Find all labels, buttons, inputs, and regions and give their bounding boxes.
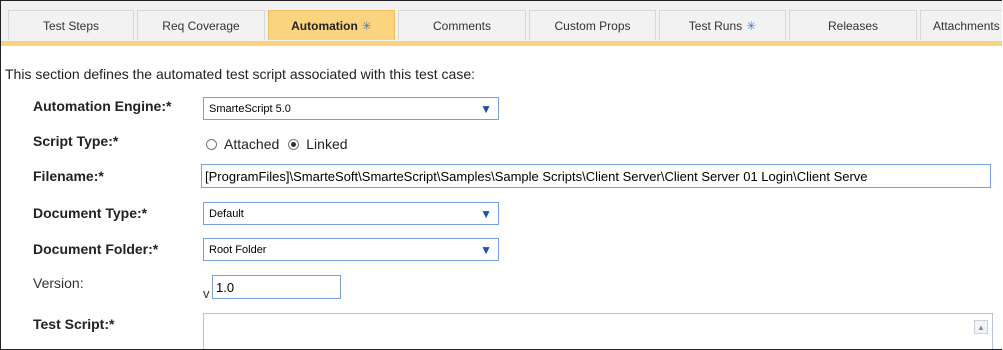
- tab-attachments[interactable]: Attachments: [920, 10, 1002, 40]
- document-folder-value: Root Folder: [209, 243, 267, 256]
- test-script-textarea[interactable]: ▲: [203, 313, 993, 349]
- radio-attached-label: Attached: [224, 136, 280, 152]
- automation-engine-value: SmarteScript 5.0: [209, 102, 291, 115]
- automation-engine-select[interactable]: SmarteScript 5.0 ▼: [203, 97, 499, 120]
- tab-label: Releases: [827, 18, 879, 33]
- dropdown-arrow-icon[interactable]: ▼: [480, 243, 492, 257]
- tab-comments[interactable]: Comments: [398, 10, 526, 40]
- filename-label: Filename:*: [33, 168, 104, 184]
- filename-value: [ProgramFiles]\SmarteSoft\SmarteScript\S…: [205, 168, 868, 184]
- tab-label: Automation: [291, 18, 358, 33]
- document-type-label: Document Type:*: [33, 205, 148, 221]
- version-input[interactable]: 1.0: [212, 275, 341, 299]
- tab-label: Custom Props: [554, 18, 631, 33]
- tab-label: Comments: [432, 18, 491, 33]
- dropdown-arrow-icon[interactable]: ▼: [480, 102, 492, 116]
- modified-star-icon: ✳: [361, 18, 372, 33]
- tab-label: Test Runs: [688, 18, 743, 33]
- document-type-select[interactable]: Default ▼: [203, 202, 499, 225]
- tab-underline: [1, 41, 1002, 46]
- tab-label: Attachments: [933, 18, 1000, 33]
- automation-panel: Test Steps Req Coverage Automation ✳ Com…: [0, 0, 1002, 350]
- automation-engine-label: Automation Engine:*: [33, 98, 172, 114]
- version-label: Version:: [33, 275, 84, 291]
- tab-automation[interactable]: Automation ✳: [268, 10, 395, 40]
- filename-input[interactable]: [ProgramFiles]\SmarteSoft\SmarteScript\S…: [201, 164, 991, 188]
- test-script-label: Test Script:*: [33, 316, 115, 332]
- script-type-label: Script Type:*: [33, 133, 119, 149]
- version-value: 1.0: [216, 279, 235, 295]
- modified-star-icon: ✳: [746, 18, 757, 33]
- version-prefix: v: [203, 286, 210, 301]
- dropdown-arrow-icon[interactable]: ▼: [480, 207, 492, 221]
- section-description: This section defines the automated test …: [5, 66, 476, 82]
- document-type-value: Default: [209, 207, 244, 220]
- script-type-radio-group: Attached Linked: [206, 136, 348, 152]
- document-folder-label: Document Folder:*: [33, 241, 159, 257]
- document-folder-select[interactable]: Root Folder ▼: [203, 238, 499, 261]
- tab-releases[interactable]: Releases: [789, 10, 917, 40]
- tab-label: Req Coverage: [162, 18, 240, 33]
- scroll-up-arrow-icon[interactable]: ▲: [974, 320, 988, 334]
- tab-label: Test Steps: [42, 18, 100, 33]
- tab-test-runs[interactable]: Test Runs ✳: [659, 10, 786, 40]
- radio-linked[interactable]: [288, 138, 300, 150]
- tab-req-coverage[interactable]: Req Coverage: [137, 10, 265, 40]
- radio-attached[interactable]: [206, 138, 217, 150]
- radio-linked-label: Linked: [306, 136, 348, 152]
- tab-bar: Test Steps Req Coverage Automation ✳ Com…: [1, 1, 1002, 46]
- tab-custom-props[interactable]: Custom Props: [529, 10, 656, 40]
- tab-test-steps[interactable]: Test Steps: [8, 10, 134, 40]
